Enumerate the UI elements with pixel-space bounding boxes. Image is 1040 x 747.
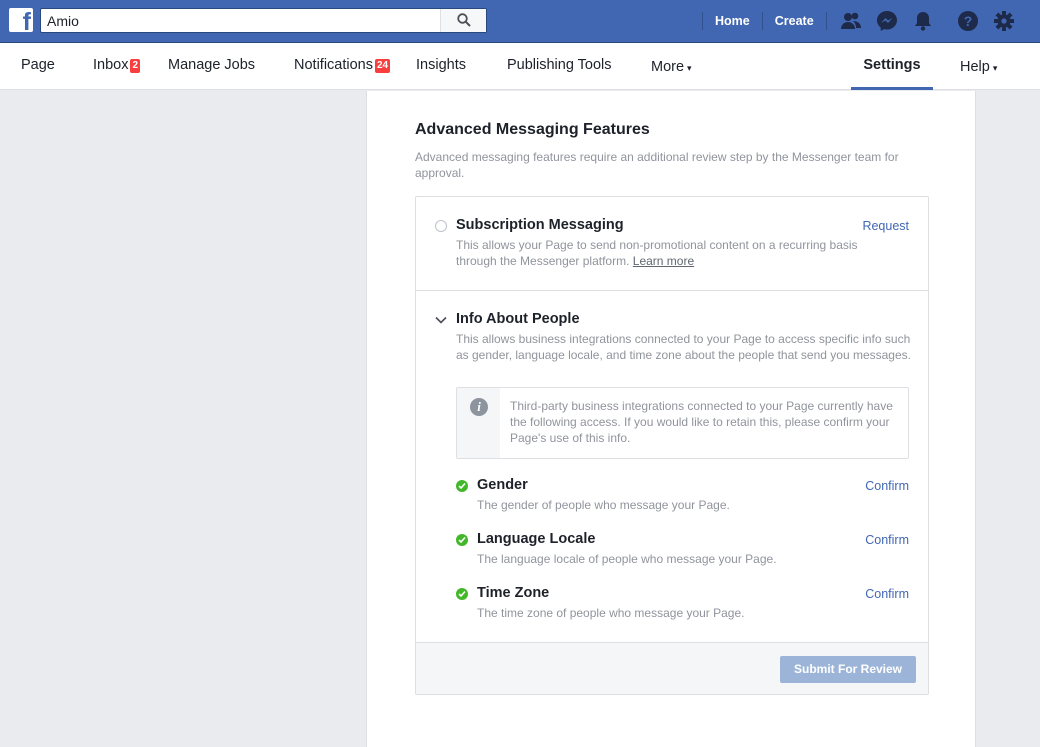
- section-title: Advanced Messaging Features: [415, 121, 650, 138]
- notifications-bell-icon[interactable]: [912, 10, 934, 32]
- search-icon: [457, 13, 471, 27]
- inbox-count-badge: 2: [130, 59, 141, 73]
- subscription-radio[interactable]: [435, 220, 447, 232]
- gender-confirm-link[interactable]: Confirm: [865, 479, 909, 493]
- caret-down-icon: ▾: [992, 63, 998, 73]
- messenger-icon[interactable]: [876, 10, 898, 32]
- subscription-messaging-row: Subscription Messaging This allows your …: [416, 197, 928, 291]
- language-locale-title: Language Locale: [477, 531, 596, 547]
- info-notice-text: Third-party business integrations connec…: [510, 399, 893, 445]
- settings-panel: Advanced Messaging Features Advanced mes…: [366, 91, 976, 747]
- notifications-count-badge: 24: [374, 59, 391, 73]
- checkmark-icon: [456, 588, 468, 600]
- info-icon: i: [470, 398, 488, 416]
- divider: [761, 12, 763, 30]
- help-icon[interactable]: ?: [957, 10, 979, 32]
- tab-more[interactable]: More ▾: [651, 45, 692, 92]
- gender-title: Gender: [477, 477, 528, 493]
- friends-icon[interactable]: [840, 10, 862, 32]
- facebook-logo[interactable]: f: [9, 8, 33, 32]
- language-locale-confirm-link[interactable]: Confirm: [865, 533, 909, 547]
- tab-insights[interactable]: Insights: [416, 43, 466, 90]
- section-description: Advanced messaging features require an a…: [415, 150, 899, 180]
- time-zone-description: The time zone of people who message your…: [477, 606, 745, 620]
- subscription-description: This allows your Page to send non-promot…: [456, 238, 858, 268]
- tab-publishing-tools[interactable]: Publishing Tools: [507, 43, 612, 90]
- language-locale-description: The language locale of people who messag…: [477, 552, 777, 566]
- top-links: Home Create: [702, 0, 827, 42]
- request-link[interactable]: Request: [862, 219, 909, 233]
- tab-notifications[interactable]: Notifications 24: [294, 43, 391, 90]
- box-footer: Submit For Review: [416, 642, 928, 694]
- create-link[interactable]: Create: [763, 14, 826, 28]
- checkmark-icon: [456, 534, 468, 546]
- info-about-people-description: This allows business integrations connec…: [456, 332, 911, 362]
- info-notice-sidebar: i: [457, 388, 500, 458]
- svg-text:?: ?: [964, 13, 973, 29]
- time-zone-title: Time Zone: [477, 585, 550, 601]
- top-navigation-bar: f Home Create ?: [0, 0, 1040, 43]
- home-link[interactable]: Home: [703, 14, 762, 28]
- tab-page[interactable]: Page: [21, 43, 55, 90]
- gear-icon[interactable]: [993, 10, 1015, 32]
- tab-help[interactable]: Help ▾: [960, 45, 997, 92]
- features-box: Subscription Messaging This allows your …: [415, 196, 929, 695]
- divider: [702, 12, 703, 30]
- caret-down-icon: ▾: [687, 63, 692, 73]
- page-navigation-tabs: Page Inbox 2 Manage Jobs Notifications 24 …: [0, 43, 1040, 90]
- search-input[interactable]: [41, 9, 441, 32]
- submit-for-review-button[interactable]: Submit For Review: [780, 656, 916, 683]
- time-zone-confirm-link[interactable]: Confirm: [865, 587, 909, 601]
- tab-settings[interactable]: Settings: [851, 43, 933, 90]
- divider: [825, 12, 827, 30]
- learn-more-link[interactable]: Learn more: [633, 254, 694, 268]
- info-notice: i Third-party business integrations conn…: [456, 387, 909, 459]
- chevron-down-icon[interactable]: [434, 313, 448, 327]
- info-about-people-title: Info About People: [456, 311, 580, 327]
- subscription-title: Subscription Messaging: [456, 217, 624, 233]
- tab-inbox[interactable]: Inbox 2: [93, 43, 141, 90]
- search-bar: [40, 8, 487, 33]
- gender-description: The gender of people who message your Pa…: [477, 498, 730, 512]
- checkmark-icon: [456, 480, 468, 492]
- tab-manage-jobs[interactable]: Manage Jobs: [168, 43, 255, 90]
- search-button[interactable]: [440, 9, 486, 32]
